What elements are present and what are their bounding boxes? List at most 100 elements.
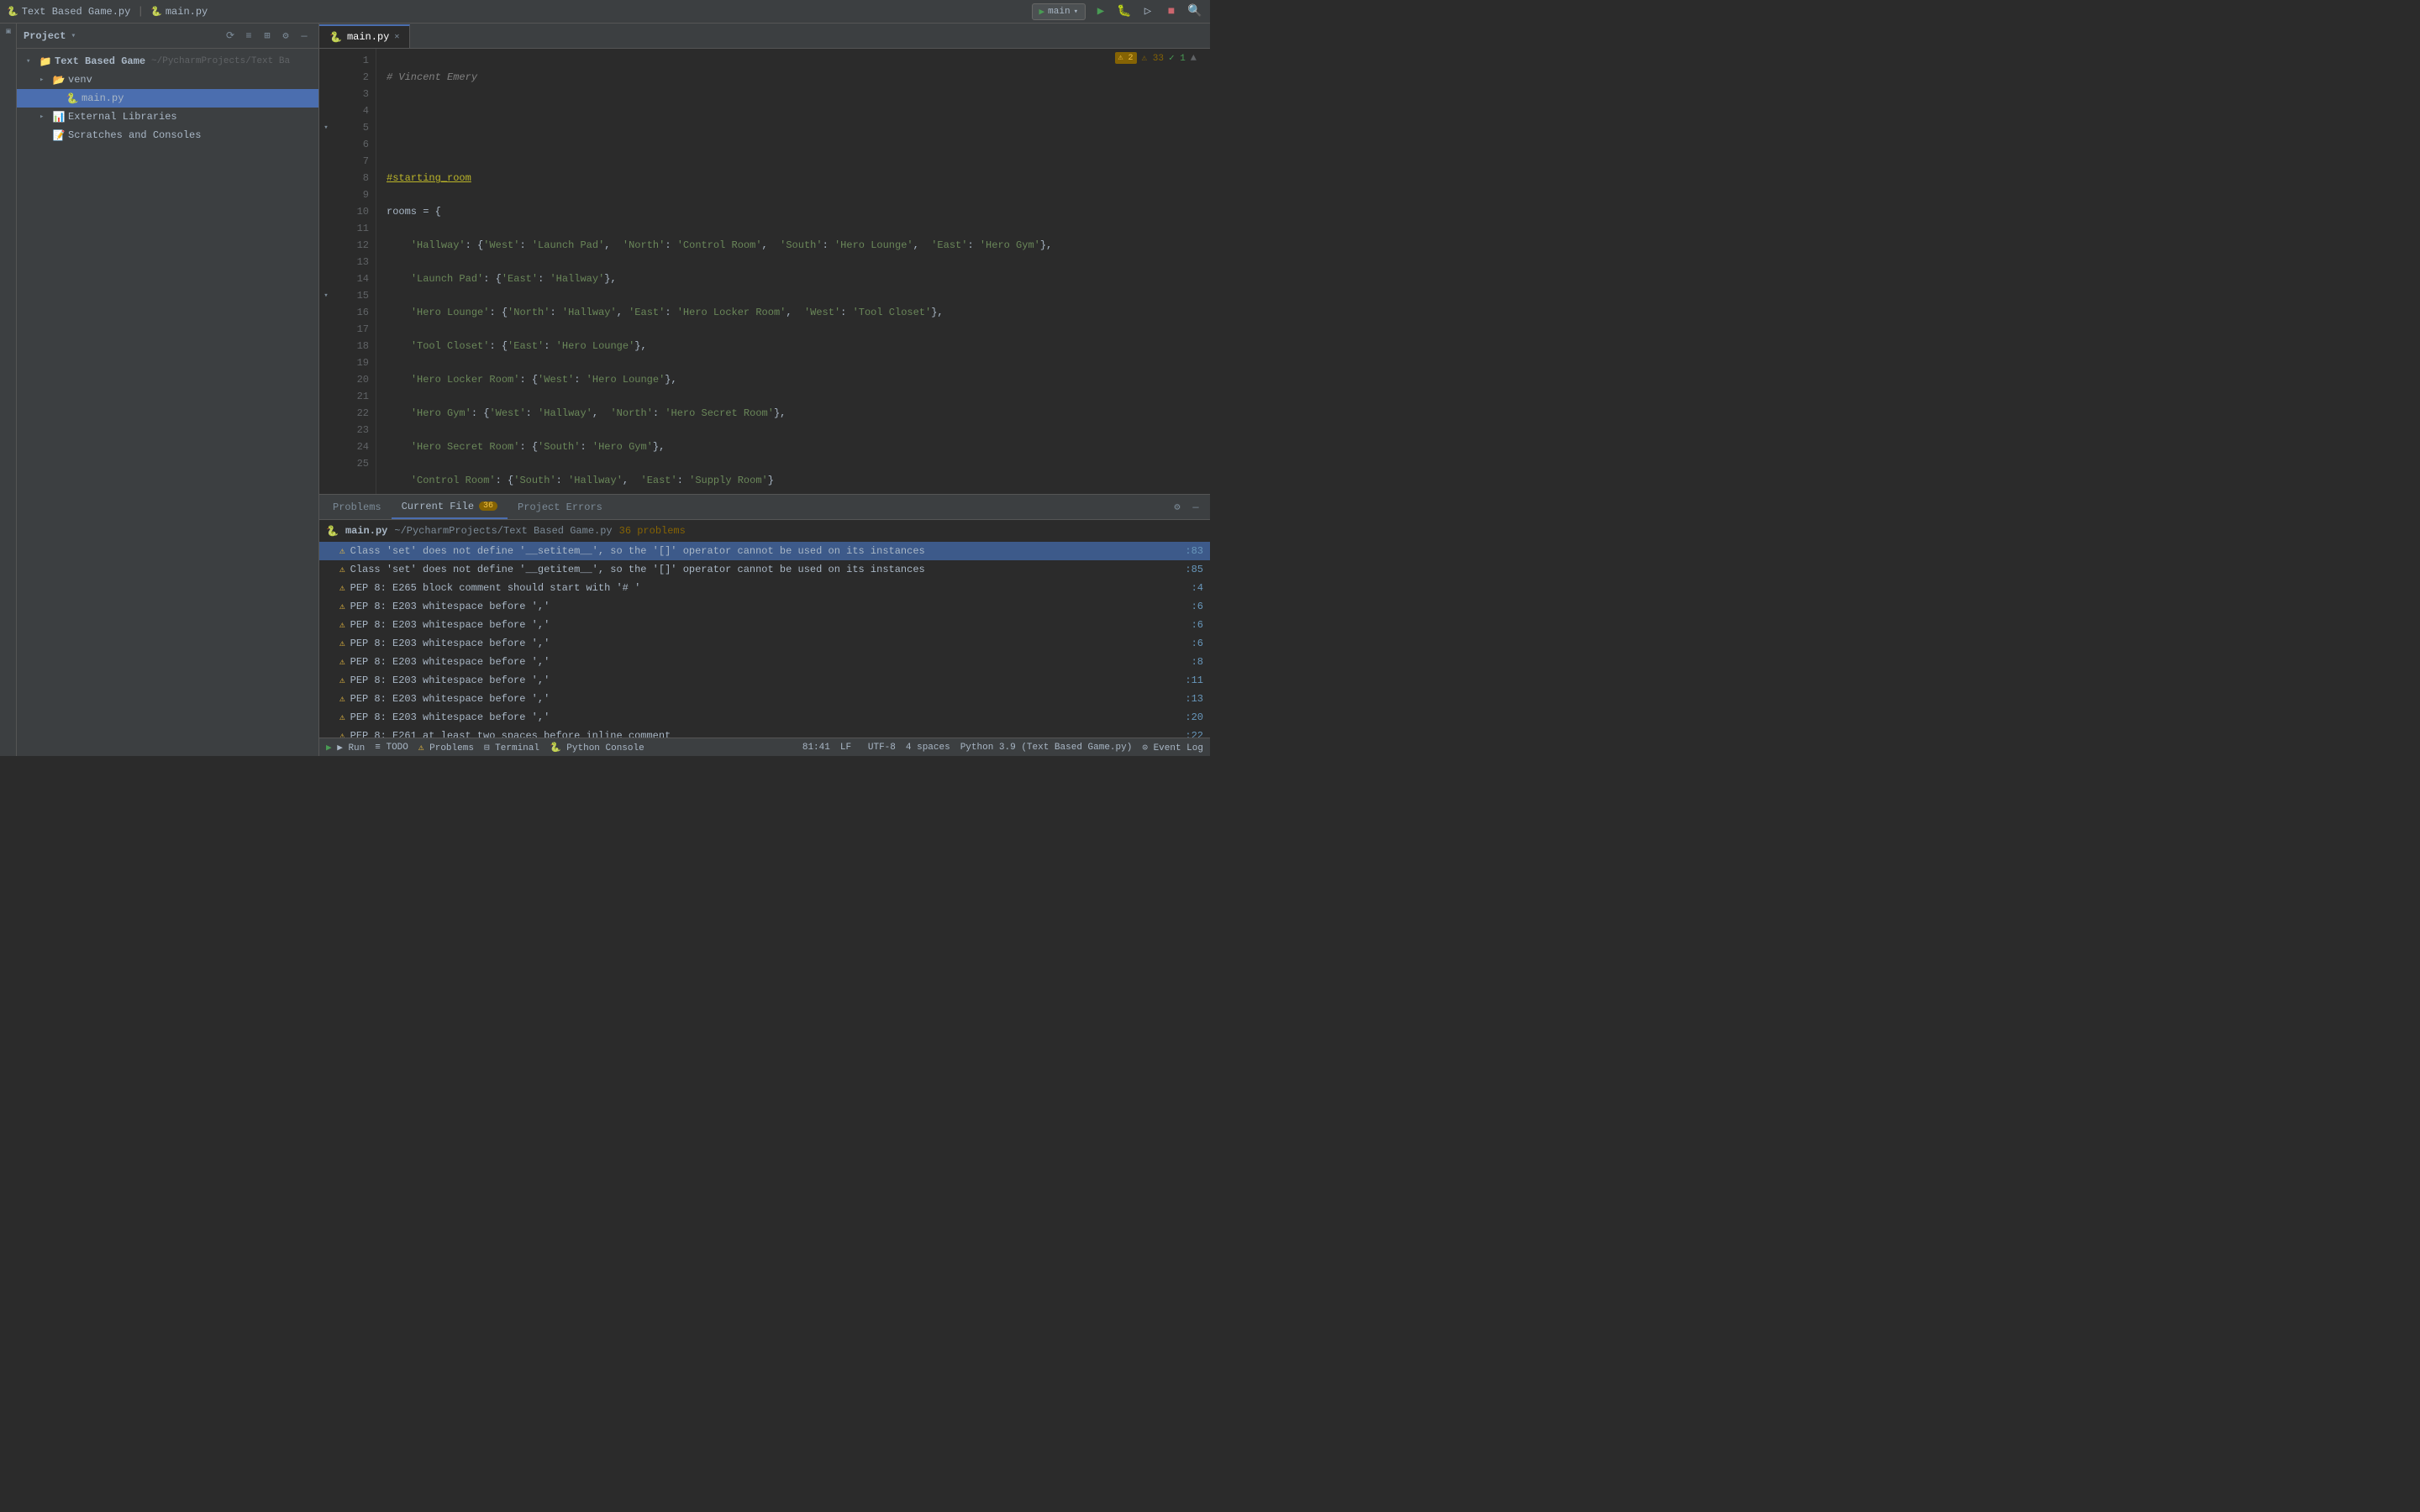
title-bar-right: ▶ main ▾ ▶ 🐛 ▷ ■ 🔍: [1032, 3, 1203, 20]
tab-close-button[interactable]: ✕: [394, 32, 399, 42]
todo-label: TODO: [386, 743, 408, 753]
line-numbers: 12345 678910 1112131415 1617181920 21222…: [333, 49, 376, 494]
code-line-4: #starting_room: [387, 170, 1200, 186]
collapse-icon[interactable]: ≡: [241, 29, 256, 44]
minimize-icon[interactable]: —: [297, 29, 312, 44]
py-icon-1: 🐍: [7, 6, 18, 18]
run-status-btn[interactable]: ▶ ▶ Run: [326, 742, 365, 753]
line-ending[interactable]: LF UTF-8: [840, 743, 896, 753]
problem-loc-2: :4: [1192, 582, 1203, 594]
editor-badges: ⚠ 2 ⚠ 33 ✓ 1 ▲: [1115, 52, 1197, 64]
fold-gutter: ▾ ▾: [319, 49, 333, 494]
sidebar-title: Project: [24, 30, 66, 42]
problems-icon: ⚠: [418, 743, 424, 753]
run-label: ▶ Run: [337, 743, 365, 753]
file-header-count: 36 problems: [619, 525, 686, 537]
warning-badge: ⚠ 2: [1115, 52, 1137, 64]
python-console-btn[interactable]: 🐍 Python Console: [550, 742, 644, 753]
problem-row-7[interactable]: ⚠ PEP 8: E203 whitespace before ',' :11: [319, 671, 1210, 690]
tab-problems-label: Problems: [333, 501, 381, 513]
venv-folder-icon: 📂: [52, 74, 66, 87]
sidebar-item-project-root[interactable]: ▾ 📁 Text Based Game ~/PycharmProjects/Te…: [17, 52, 318, 71]
title-file-label-1: Text Based Game.py: [22, 6, 131, 18]
settings-icon[interactable]: ⚙: [278, 29, 293, 44]
run-config-icon: ▶: [1039, 6, 1045, 18]
coverage-button[interactable]: ▷: [1139, 3, 1156, 20]
panel-settings-icon[interactable]: ⚙: [1170, 500, 1185, 515]
filter-icon[interactable]: ⊞: [260, 29, 275, 44]
problem-text-3: PEP 8: E203 whitespace before ',': [350, 601, 1186, 612]
editor-area: 🐍 main.py ✕ ▾: [319, 24, 1210, 756]
tab-problems[interactable]: Problems: [323, 496, 392, 519]
sidebar-icons: ⟳ ≡ ⊞ ⚙ —: [223, 29, 312, 44]
problem-row-9[interactable]: ⚠ PEP 8: E203 whitespace before ',' :20: [319, 708, 1210, 727]
status-right: 81:41 LF UTF-8 4 spaces Python 3.9 (Text…: [802, 742, 1203, 753]
bottom-panels: Problems Current File 36 Project Errors …: [319, 494, 1210, 738]
scroll-up-icon[interactable]: ▲: [1191, 52, 1197, 64]
problem-row-4[interactable]: ⚠ PEP 8: E203 whitespace before ',' :6: [319, 616, 1210, 634]
warn-icon-9: ⚠: [339, 711, 345, 723]
chevron-down-icon: ▾: [26, 57, 36, 66]
run-config[interactable]: ▶ main ▾: [1032, 3, 1086, 20]
code-line-11: 'Hero Gym': {'West': 'Hallway', 'North':…: [387, 405, 1200, 422]
code-line-2: [387, 102, 1200, 119]
problem-loc-5: :6: [1192, 638, 1203, 649]
problem-text-5: PEP 8: E203 whitespace before ',': [350, 638, 1186, 649]
search-button[interactable]: 🔍: [1186, 3, 1203, 20]
indent-info[interactable]: 4 spaces: [906, 743, 950, 753]
python-interpreter[interactable]: Python 3.9 (Text Based Game.py): [960, 743, 1133, 753]
python-console-icon: 🐍: [550, 743, 561, 753]
todo-btn[interactable]: ≡ TODO: [375, 743, 408, 753]
stop-button[interactable]: ■: [1163, 3, 1180, 20]
problem-row-0[interactable]: ⚠ Class 'set' does not define '__setitem…: [319, 542, 1210, 560]
tab-main-py[interactable]: 🐍 main.py ✕: [319, 24, 410, 48]
debug-button[interactable]: 🐛: [1116, 3, 1133, 20]
problem-row-2[interactable]: ⚠ PEP 8: E265 block comment should start…: [319, 579, 1210, 597]
problem-row-5[interactable]: ⚠ PEP 8: E203 whitespace before ',' :6: [319, 634, 1210, 653]
tab-project-errors[interactable]: Project Errors: [508, 496, 613, 519]
code-content[interactable]: # Vincent Emery #starting_room rooms = {…: [376, 49, 1210, 494]
problems-panel[interactable]: ⚠ Class 'set' does not define '__setitem…: [319, 542, 1210, 738]
ext-lib-icon: 📊: [52, 111, 66, 123]
terminal-btn[interactable]: ⊟ Terminal: [484, 742, 539, 753]
scratches-icon: 📝: [52, 129, 66, 142]
sidebar-item-external-libs[interactable]: ▸ 📊 External Libraries: [17, 108, 318, 126]
problem-row-8[interactable]: ⚠ PEP 8: E203 whitespace before ',' :13: [319, 690, 1210, 708]
warn-icon-0: ⚠: [339, 545, 345, 557]
sidebar-dropdown-arrow[interactable]: ▾: [71, 31, 76, 41]
sidebar: Project ▾ ⟳ ≡ ⊞ ⚙ — ▾ 📁 Text Based Game …: [17, 24, 319, 756]
warn-icon-10: ⚠: [339, 730, 345, 738]
sidebar-item-main-py[interactable]: 🐍 main.py: [17, 89, 318, 108]
problem-loc-1: :85: [1185, 564, 1203, 575]
code-line-5: rooms = {: [387, 203, 1200, 220]
cursor-position[interactable]: 81:41: [802, 743, 830, 753]
tab-label: main.py: [347, 31, 389, 43]
run-config-dropdown-icon[interactable]: ▾: [1074, 8, 1078, 16]
sidebar-item-venv[interactable]: ▸ 📂 venv: [17, 71, 318, 89]
panel-minimize-icon[interactable]: —: [1188, 500, 1203, 515]
problem-row-10[interactable]: ⚠ PEP 8: E261 at least two spaces before…: [319, 727, 1210, 738]
event-log-label: Event Log: [1154, 743, 1203, 753]
tab-bar: 🐍 main.py ✕: [319, 24, 1210, 49]
problem-row-6[interactable]: ⚠ PEP 8: E203 whitespace before ',' :8: [319, 653, 1210, 671]
problem-text-10: PEP 8: E261 at least two spaces before i…: [350, 730, 1181, 738]
sidebar-item-scratches[interactable]: 📝 Scratches and Consoles: [17, 126, 318, 144]
project-tool-btn[interactable]: ▣: [4, 27, 13, 35]
py-icon-2: 🐍: [150, 6, 162, 18]
run-button[interactable]: ▶: [1092, 3, 1109, 20]
status-bar: ▶ ▶ Run ≡ TODO ⚠ Problems ⊟ Terminal 🐍: [319, 738, 1210, 756]
fold-arrow-15[interactable]: ▾: [319, 287, 333, 304]
problem-row-1[interactable]: ⚠ Class 'set' does not define '__getitem…: [319, 560, 1210, 579]
tab-project-errors-label: Project Errors: [518, 501, 602, 513]
problem-row-3[interactable]: ⚠ PEP 8: E203 whitespace before ',' :6: [319, 597, 1210, 616]
panel-right-icons: ⚙ —: [1170, 500, 1210, 515]
problems-file-header: 🐍 main.py ~/PycharmProjects/Text Based G…: [319, 520, 1210, 542]
sync-icon[interactable]: ⟳: [223, 29, 238, 44]
fold-arrow-5[interactable]: ▾: [319, 119, 333, 136]
tab-current-file[interactable]: Current File 36: [392, 496, 508, 519]
warn-icon-5: ⚠: [339, 638, 345, 649]
problem-text-4: PEP 8: E203 whitespace before ',': [350, 619, 1186, 631]
code-editor[interactable]: ▾ ▾ 12345 678910 1112131415 1617181920 2…: [319, 49, 1210, 494]
event-log-btn[interactable]: ⊙ Event Log: [1142, 742, 1203, 753]
problems-btn[interactable]: ⚠ Problems: [418, 742, 474, 753]
